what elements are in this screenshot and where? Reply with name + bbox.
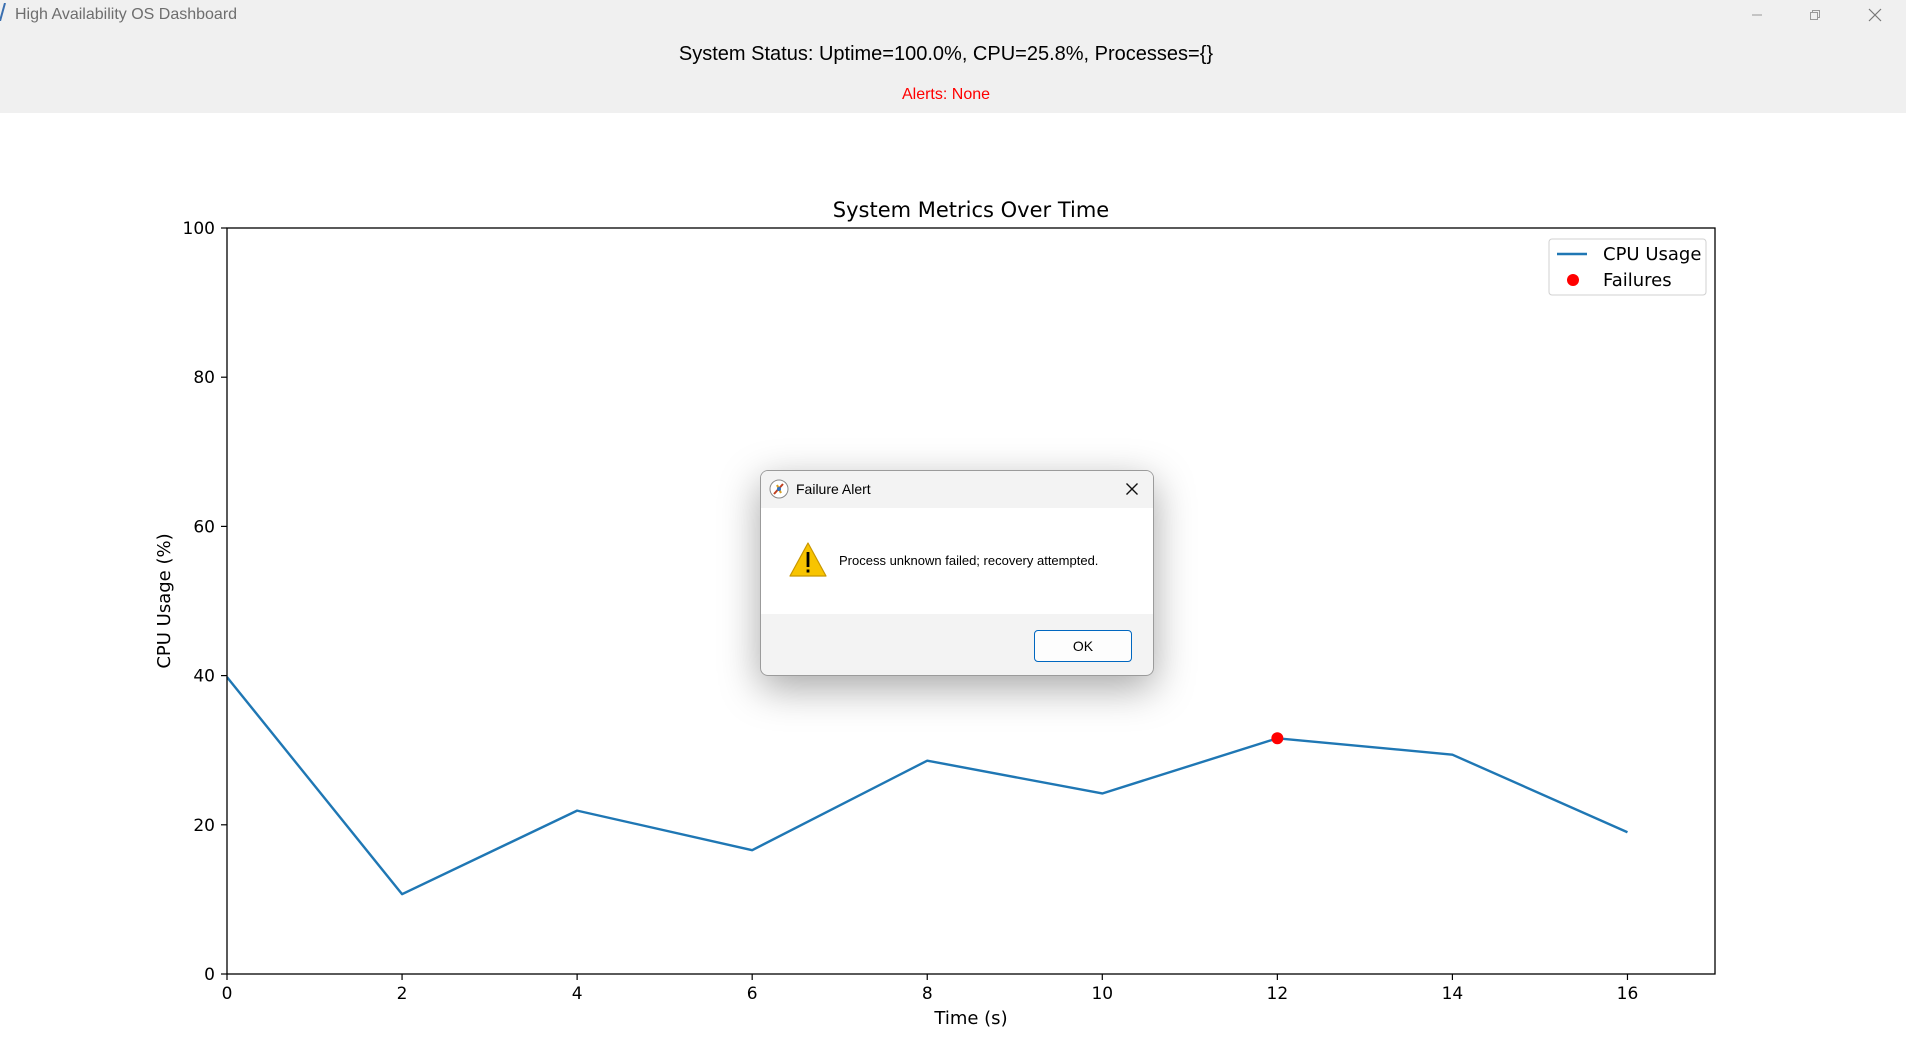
x-tick-label: 2 (397, 984, 408, 1004)
dialog-title: Failure Alert (796, 481, 871, 497)
cpu-usage-line (226, 676, 1628, 896)
y-axis-label: CPU Usage (%) (154, 533, 175, 668)
y-tick-label: 100 (183, 219, 215, 239)
y-tick-label: 20 (193, 816, 215, 836)
close-icon (1868, 8, 1882, 21)
ok-button[interactable]: OK (1034, 630, 1132, 662)
window-title: High Availability OS Dashboard (15, 6, 238, 23)
failure-alert-dialog: Failure Alert Process unknown failed; re… (760, 470, 1154, 676)
legend-label: CPU Usage (1603, 244, 1701, 265)
x-tick-label: 8 (922, 984, 933, 1004)
x-tick-label: 10 (1091, 984, 1113, 1004)
x-tick-label: 4 (572, 984, 583, 1004)
failure-point (1271, 732, 1284, 745)
system-status-label: System Status: Uptime=100.0%, CPU=25.8%,… (678, 43, 1214, 65)
y-tick-label: 60 (193, 517, 215, 537)
legend-marker-swatch (1567, 274, 1579, 286)
x-tick-label: 6 (747, 984, 758, 1004)
x-axis-label: Time (s) (933, 1008, 1007, 1029)
close-icon (1126, 483, 1138, 495)
minimize-button[interactable] (1728, 0, 1786, 29)
window-close-button[interactable] (1846, 0, 1904, 29)
app-icon (0, 3, 6, 21)
status-panel: System Status: Uptime=100.0%, CPU=25.8%,… (0, 29, 1906, 113)
x-tick-label: 0 (222, 984, 233, 1004)
legend-label: Failures (1603, 270, 1672, 291)
dialog-titlebar: Failure Alert (761, 471, 1153, 508)
y-tick-label: 80 (193, 368, 215, 388)
dialog-close-button[interactable] (1117, 475, 1147, 503)
y-tick-label: 40 (193, 667, 215, 687)
x-tick-label: 14 (1442, 984, 1464, 1004)
warning-icon (789, 542, 827, 577)
dialog-body: Process unknown failed; recovery attempt… (761, 508, 1153, 614)
window-titlebar: High Availability OS Dashboard (0, 0, 1906, 29)
y-tick-label: 0 (204, 965, 215, 985)
x-tick-label: 16 (1617, 984, 1639, 1004)
alerts-label: Alerts: None (901, 86, 991, 103)
x-tick-label: 12 (1267, 984, 1289, 1004)
minimize-icon (1752, 14, 1762, 15)
restore-button[interactable] (1786, 0, 1844, 29)
chart-title: System Metrics Over Time (833, 198, 1109, 222)
dialog-message: Process unknown failed; recovery attempt… (839, 553, 1099, 568)
app-feather-icon (769, 479, 789, 499)
restore-icon (1810, 9, 1820, 20)
